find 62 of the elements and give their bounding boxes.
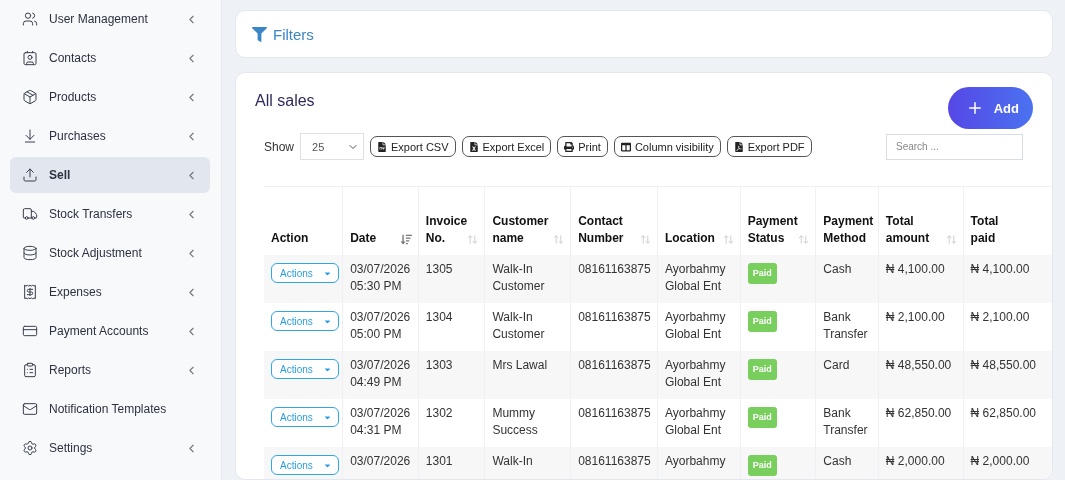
export-button[interactable]: Export Excel — [461, 136, 552, 157]
table-cell: ₦ 2,000.00 — [963, 447, 1052, 479]
search-field[interactable]: Search ... — [886, 133, 1023, 160]
sidebar-item[interactable]: Stock Transfers — [10, 196, 210, 232]
sidebar-item[interactable]: Notification Templates — [10, 391, 210, 427]
status-badge: Paid — [747, 455, 777, 476]
page-size-select[interactable]: 25 — [300, 133, 365, 160]
section-title: All sales — [255, 92, 315, 111]
sidebar-item[interactable]: Expenses — [10, 274, 210, 310]
file-icon — [468, 141, 479, 152]
columns-icon — [620, 141, 631, 152]
clipboard-icon — [22, 362, 38, 378]
table-cell: ₦ 2,000.00 — [878, 447, 964, 479]
status-badge: Paid — [747, 359, 777, 380]
export-button[interactable]: Export PDF — [726, 136, 812, 157]
add-button[interactable]: Add — [947, 87, 1033, 129]
filters-toggle[interactable]: Filters — [252, 25, 314, 43]
mail-icon — [22, 401, 38, 417]
file-icon — [377, 141, 388, 152]
sidebar-item[interactable]: Stock Adjustment — [10, 235, 210, 271]
sort-icon[interactable] — [945, 234, 957, 245]
box-icon — [22, 89, 38, 105]
database-icon — [22, 245, 38, 261]
export-button[interactable]: Column visibility — [613, 136, 721, 157]
status-badge: Paid — [747, 311, 777, 332]
status-badge: Paid — [747, 407, 777, 428]
sort-icon[interactable] — [553, 234, 565, 245]
contact-card-icon — [22, 50, 38, 66]
table-cell: Walk-In — [484, 447, 571, 479]
download-icon — [22, 128, 38, 144]
status-badge: Paid — [747, 263, 777, 284]
table-cell: Ayorbahmy — [657, 447, 741, 479]
sidebar-item[interactable]: Settings — [10, 430, 210, 466]
file-icon — [733, 141, 744, 152]
sidebar-item[interactable]: Sell — [10, 157, 210, 193]
receipt-icon — [22, 284, 38, 300]
credit-card-icon — [22, 323, 38, 339]
export-button[interactable]: Print — [557, 136, 608, 157]
table-cell: Cash — [815, 447, 879, 479]
table-cell: 1301 — [418, 447, 485, 479]
sidebar-item[interactable]: Reports — [10, 352, 210, 388]
users-icon — [22, 11, 38, 27]
sidebar-item[interactable]: Contacts — [10, 40, 210, 76]
filter-icon — [252, 26, 267, 42]
column-header[interactable]: Action — [264, 187, 343, 255]
upload-icon — [22, 167, 38, 183]
sort-icon[interactable] — [467, 234, 479, 245]
truck-icon — [22, 206, 38, 222]
settings-icon — [22, 440, 38, 456]
table-cell: 03/07/2026 — [342, 447, 419, 479]
printer-icon — [564, 141, 575, 152]
sort-descending-icon[interactable] — [400, 234, 412, 245]
sort-icon[interactable] — [798, 234, 810, 245]
table-cell: 08161163875 — [570, 447, 658, 479]
show-label: Show — [264, 139, 295, 154]
sidebar-item[interactable]: Products — [10, 79, 210, 115]
sidebar-item[interactable]: Purchases — [10, 118, 210, 154]
sidebar-item[interactable]: User Management — [10, 1, 210, 37]
sidebar-item[interactable]: Payment Accounts — [10, 313, 210, 349]
sort-icon[interactable] — [639, 234, 651, 245]
sort-icon[interactable] — [722, 234, 734, 245]
export-button[interactable]: Export CSV — [370, 136, 456, 157]
